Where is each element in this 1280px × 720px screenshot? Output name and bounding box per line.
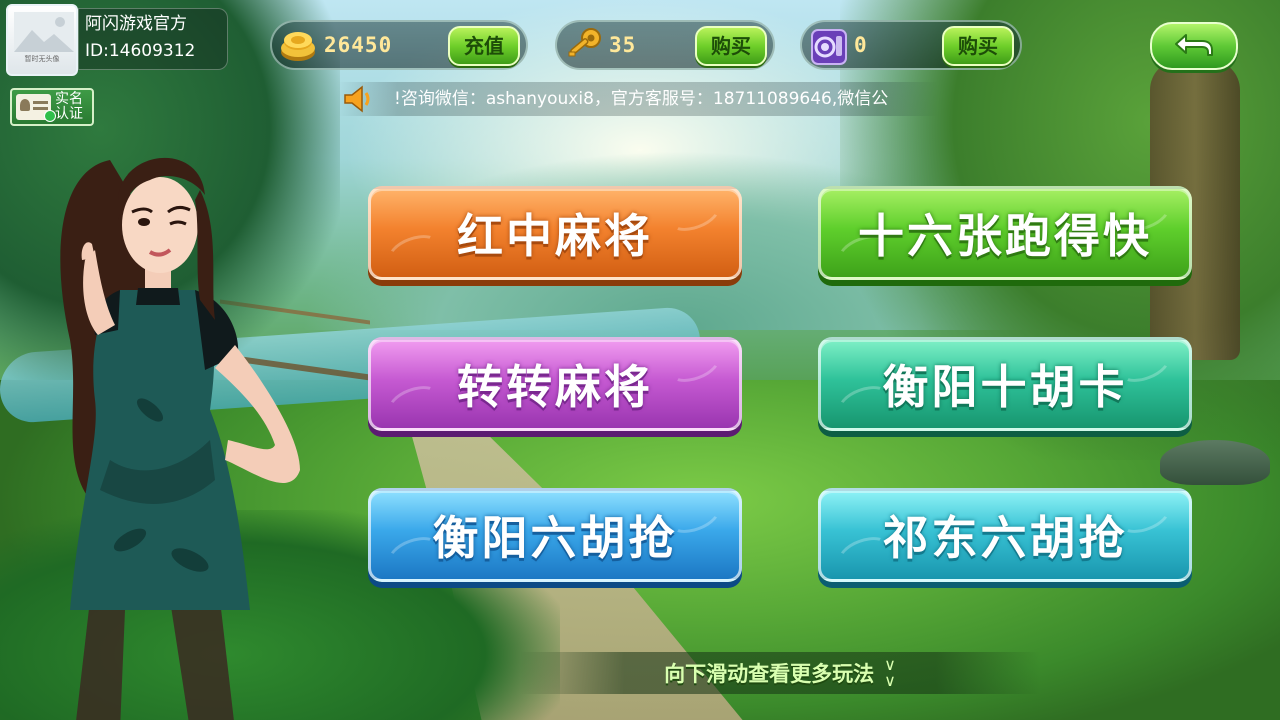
room-card-icon bbox=[811, 29, 847, 65]
verified-check-icon bbox=[44, 110, 56, 122]
hostess-character bbox=[60, 157, 300, 720]
player-id: ID:14609312 bbox=[85, 41, 196, 61]
scroll-more-hint[interactable]: 向下滑动查看更多玩法 ∨ ∨ bbox=[520, 652, 1040, 694]
player-name: 阿闪游戏官方 bbox=[85, 14, 187, 34]
game-label: 红中麻将 bbox=[457, 209, 653, 263]
key-balance-bar: 35 购买 bbox=[555, 20, 775, 70]
swirl-decoration bbox=[663, 341, 725, 389]
return-arrow-icon bbox=[1175, 34, 1213, 56]
game-label: 衡阳十胡卡 bbox=[882, 360, 1128, 414]
key-amount: 35 bbox=[609, 33, 637, 57]
game-hongzhong-mahjong-button[interactable]: 红中麻将 bbox=[368, 186, 742, 280]
game-16-pao-de-kuai-button[interactable]: 十六张跑得快 bbox=[818, 186, 1192, 280]
game-label: 转转麻将 bbox=[457, 360, 653, 414]
gold-amount: 26450 bbox=[324, 33, 393, 57]
buy-keys-button[interactable]: 购买 bbox=[695, 26, 767, 66]
player-avatar[interactable]: 暂时无头像 bbox=[6, 4, 78, 76]
swirl-decoration bbox=[383, 379, 445, 427]
buy-cards-button[interactable]: 购买 bbox=[942, 26, 1014, 66]
game-zhuanzhuan-mahjong-button[interactable]: 转转麻将 bbox=[368, 337, 742, 431]
recharge-button[interactable]: 充值 bbox=[448, 26, 520, 66]
game-hengyang-shihuka-button[interactable]: 衡阳十胡卡 bbox=[818, 337, 1192, 431]
game-label: 祁东六胡抢 bbox=[882, 511, 1128, 565]
speaker-icon bbox=[344, 85, 370, 113]
back-button[interactable] bbox=[1150, 22, 1238, 70]
avatar-caption: 暂时无头像 bbox=[24, 55, 60, 63]
realname-verify-button[interactable]: 实名认证 bbox=[10, 88, 94, 126]
card-balance-bar: 0 购买 bbox=[800, 20, 1022, 70]
gold-balance-bar: 26450 充值 bbox=[270, 20, 528, 70]
gold-coin-icon bbox=[281, 32, 315, 61]
double-chevron-down-icon: ∨ ∨ bbox=[884, 655, 896, 690]
card-amount: 0 bbox=[854, 33, 868, 57]
scroll-hint-text: 向下滑动查看更多玩法 bbox=[664, 662, 875, 686]
mossy-rock bbox=[1160, 440, 1270, 485]
game-label: 十六张跑得快 bbox=[858, 209, 1152, 263]
game-hengyang-liuhuqiang-button[interactable]: 衡阳六胡抢 bbox=[368, 488, 742, 582]
placeholder-image-icon bbox=[14, 12, 74, 52]
realname-label: 实名认证 bbox=[54, 91, 83, 122]
game-qidong-liuhuqiang-button[interactable]: 祁东六胡抢 bbox=[818, 488, 1192, 582]
notice-bar: !咨询微信：ashanyouxi8，官方客服号：18711089646,微信公 bbox=[338, 82, 938, 116]
swirl-decoration bbox=[383, 228, 445, 276]
key-icon bbox=[568, 28, 601, 57]
game-label: 衡阳六胡抢 bbox=[432, 511, 678, 565]
swirl-decoration bbox=[663, 190, 725, 238]
profile-info[interactable]: 阿闪游戏官方 ID:14609312 bbox=[78, 8, 228, 70]
notice-text: !咨询微信：ashanyouxi8，官方客服号：18711089646,微信公 bbox=[394, 89, 889, 109]
